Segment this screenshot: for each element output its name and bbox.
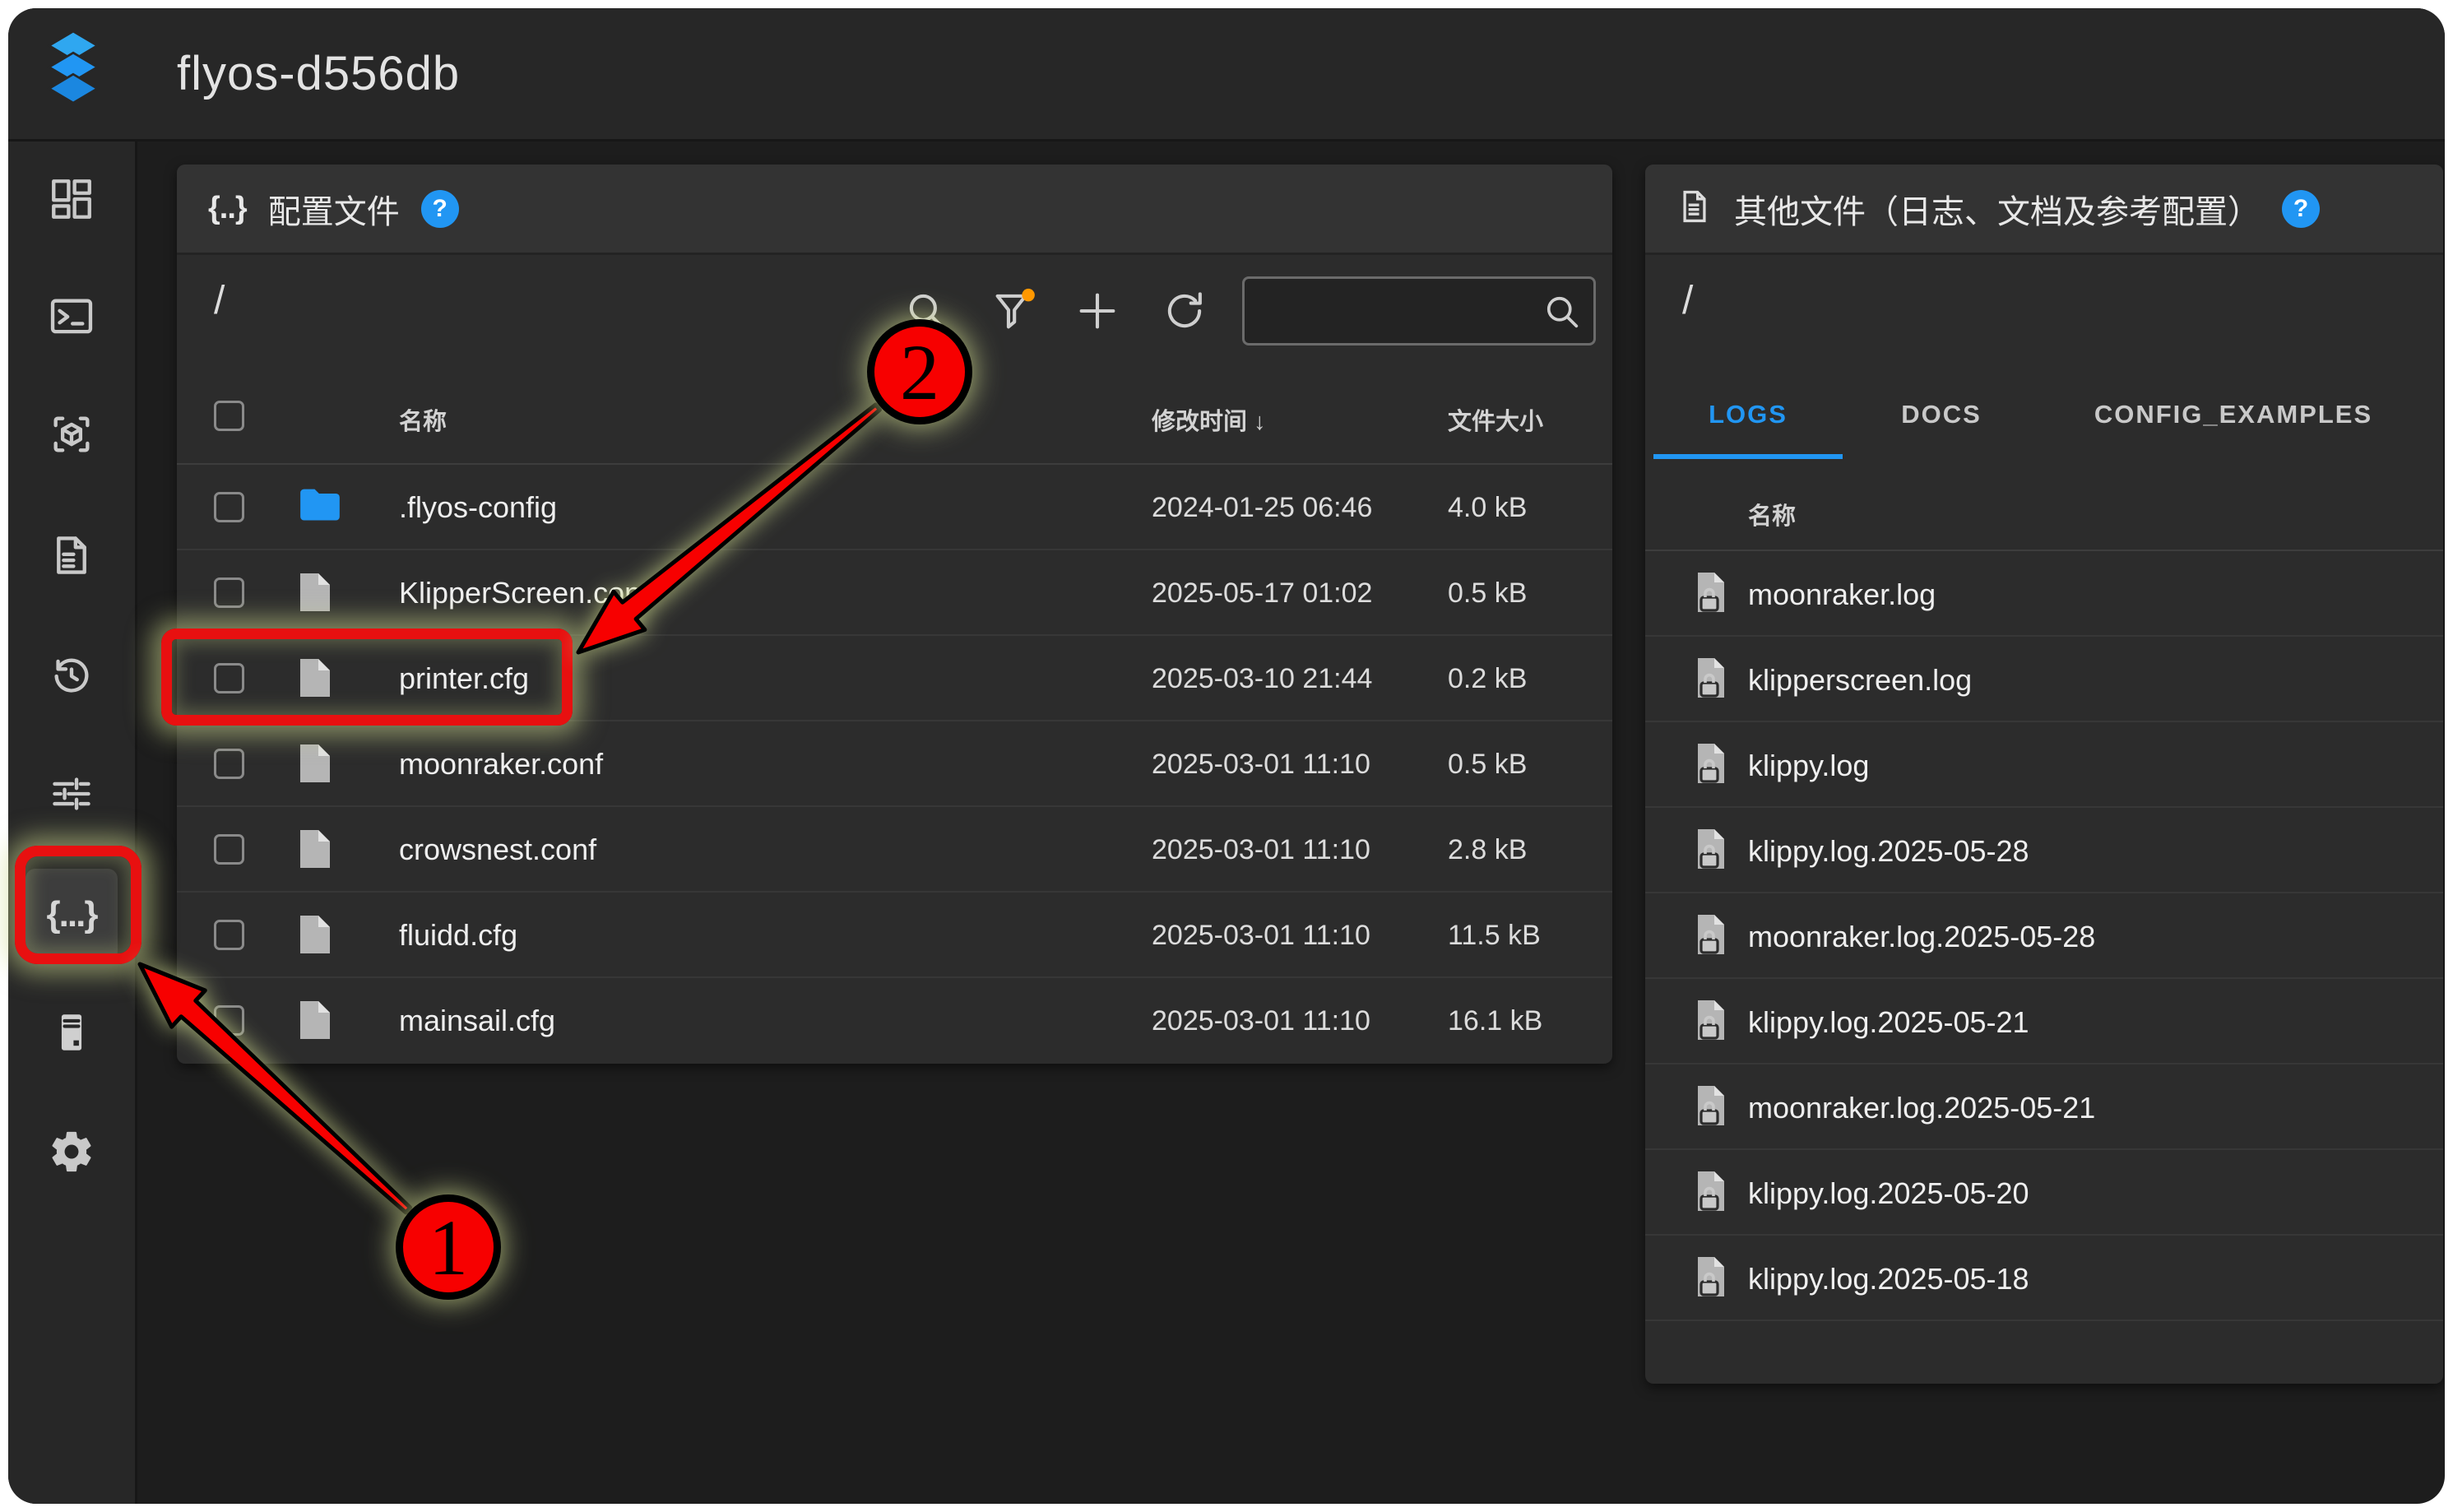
row-checkbox[interactable]: [214, 492, 244, 522]
page-title: flyos-d556db: [177, 8, 460, 139]
gear-icon: [48, 1128, 95, 1180]
row-checkbox[interactable]: [214, 749, 244, 779]
column-modified[interactable]: 修改时间 ↓: [1152, 402, 1266, 437]
column-size[interactable]: 文件大小: [1448, 402, 1543, 437]
sidebar-item-tune[interactable]: [26, 749, 118, 842]
sort-desc-icon: ↓: [1254, 409, 1266, 435]
list-item[interactable]: moonraker.log.2025-05-21: [1645, 1064, 2443, 1150]
row-checkbox[interactable]: [214, 577, 244, 608]
sidebar-item-settings[interactable]: [26, 1107, 118, 1199]
logs-list-header: 名称: [1645, 467, 2443, 551]
folder-icon: [299, 486, 341, 526]
filter-icon[interactable]: [985, 282, 1042, 340]
document-icon: [1676, 185, 1713, 232]
file-lock-icon: [1696, 1170, 1731, 1217]
row-checkbox[interactable]: [214, 1005, 244, 1036]
file-lock-icon: [1696, 913, 1731, 960]
list-item[interactable]: klippy.log.2025-05-18: [1645, 1236, 2443, 1321]
file-lock-icon: [1696, 999, 1731, 1046]
file-lock-icon: [1696, 742, 1731, 789]
list-item[interactable]: klippy.log.2025-05-28: [1645, 808, 2443, 893]
config-files-panel: {..} 配置文件 ? /: [177, 165, 1612, 1064]
select-all-checkbox[interactable]: [214, 401, 244, 431]
active-tab-underline: [1653, 454, 1843, 459]
file-icon: [299, 999, 332, 1045]
sidebar-item-console[interactable]: [26, 272, 118, 364]
file-lock-icon: [1696, 1255, 1731, 1302]
file-document-icon: [48, 531, 95, 583]
table-row[interactable]: crowsnest.conf 2025-03-01 11:10 2.8 kB: [177, 807, 1612, 893]
other-panel-tabs: LOGS DOCS CONFIG_EXAMPLES: [1653, 370, 2443, 459]
config-panel-title: 配置文件: [268, 185, 400, 233]
tune-sliders-icon: [48, 770, 95, 822]
config-panel-header: {..} 配置文件 ?: [177, 165, 1612, 255]
column-name[interactable]: 名称: [399, 402, 447, 437]
sidebar-item-history[interactable]: [26, 632, 118, 724]
list-item[interactable]: klippy.log.2025-05-20: [1645, 1150, 2443, 1236]
sidebar-item-machine[interactable]: [26, 988, 118, 1080]
server-icon: [48, 1009, 95, 1060]
sidebar: {...}: [8, 141, 137, 1504]
tab-logs[interactable]: LOGS: [1653, 370, 1843, 459]
help-icon[interactable]: ?: [421, 190, 459, 228]
dashboard-icon: [48, 175, 95, 227]
file-icon: [299, 828, 332, 874]
history-icon: [48, 652, 95, 704]
file-lock-icon: [1696, 571, 1731, 618]
annotation-highlight-printer-cfg: [161, 628, 573, 726]
app-window: flyos-d556db: [8, 8, 2445, 1504]
breadcrumb[interactable]: /: [214, 278, 225, 323]
refresh-icon[interactable]: [1156, 282, 1213, 340]
app-logo[interactable]: [8, 8, 137, 139]
app-bar: flyos-d556db: [8, 8, 2445, 141]
search-input-icon: [1541, 290, 1584, 337]
list-item[interactable]: klipperscreen.log: [1645, 637, 2443, 722]
file-lock-icon: [1696, 828, 1731, 874]
other-panel-header: 其他文件（日志、文档及参考配置） ?: [1645, 165, 2443, 255]
file-icon: [299, 572, 332, 617]
sidebar-item-jobs[interactable]: [26, 511, 118, 603]
tab-config-examples[interactable]: CONFIG_EXAMPLES: [2040, 370, 2427, 459]
sidebar-item-gcode-preview[interactable]: [26, 390, 118, 482]
other-files-panel: 其他文件（日志、文档及参考配置） ? / LOGS DOCS CONFIG_EX…: [1645, 165, 2443, 1384]
file-icon: [299, 914, 332, 959]
table-row[interactable]: mainsail.cfg 2025-03-01 11:10 16.1 kB: [177, 978, 1612, 1064]
file-lock-icon: [1696, 656, 1731, 703]
table-row[interactable]: fluidd.cfg 2025-03-01 11:10 11.5 kB: [177, 893, 1612, 978]
console-icon: [48, 293, 95, 345]
cube-scan-icon: [48, 410, 95, 462]
file-icon: [299, 743, 332, 788]
table-row[interactable]: .flyos-config 2024-01-25 06:46 4.0 kB: [177, 465, 1612, 550]
add-file-icon[interactable]: [1069, 282, 1126, 340]
tab-docs[interactable]: DOCS: [1843, 370, 2040, 459]
flyos-logo-icon: [35, 30, 111, 117]
column-name: 名称: [1748, 497, 1796, 531]
braces-icon: {..}: [208, 191, 247, 226]
row-checkbox[interactable]: [214, 834, 244, 865]
annotation-step-1-badge: 1: [396, 1194, 501, 1300]
filter-input-box: [1242, 276, 1596, 346]
help-icon[interactable]: ?: [2282, 190, 2320, 228]
other-panel-title: 其他文件（日志、文档及参考配置）: [1734, 185, 2261, 233]
list-item[interactable]: moonraker.log.2025-05-28: [1645, 893, 2443, 979]
list-item[interactable]: klippy.log: [1645, 722, 2443, 808]
row-checkbox[interactable]: [214, 920, 244, 950]
list-item[interactable]: moonraker.log: [1645, 551, 2443, 637]
annotation-highlight-config-nav: [15, 846, 141, 964]
table-row[interactable]: KlipperScreen.conf 2025-05-17 01:02 0.5 …: [177, 550, 1612, 636]
table-row[interactable]: moonraker.conf 2025-03-01 11:10 0.5 kB: [177, 721, 1612, 807]
annotation-step-2-badge: 2: [867, 319, 972, 424]
file-lock-icon: [1696, 1084, 1731, 1131]
list-item[interactable]: klippy.log.2025-05-21: [1645, 979, 2443, 1064]
breadcrumb[interactable]: /: [1682, 278, 1693, 323]
sidebar-item-dashboard[interactable]: [26, 155, 118, 247]
